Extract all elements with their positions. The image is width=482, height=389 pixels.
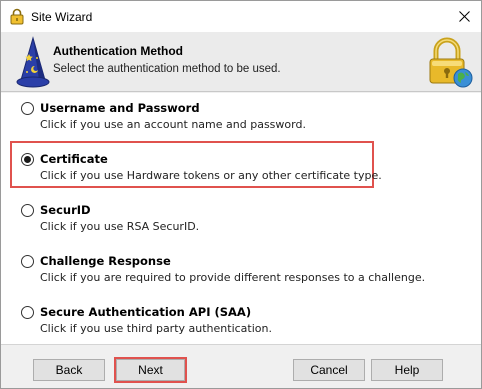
radio-challenge-response[interactable] xyxy=(21,255,34,268)
help-button[interactable]: Help xyxy=(371,359,443,381)
option-label: SecurID xyxy=(40,203,91,217)
option-label: Certificate xyxy=(40,152,108,166)
radio-username-password[interactable] xyxy=(21,102,34,115)
wizard-hat-icon xyxy=(16,36,50,88)
radio-securid[interactable] xyxy=(21,204,34,217)
option-label: Secure Authentication API (SAA) xyxy=(40,305,252,319)
option-description: Click if you use third party authenticat… xyxy=(40,322,272,335)
back-button[interactable]: Back xyxy=(33,359,105,381)
padlock-icon xyxy=(10,8,24,25)
option-label: Challenge Response xyxy=(40,254,171,268)
option-certificate[interactable]: Certificate Click if you use Hardware to… xyxy=(21,150,461,190)
option-description: Click if you use RSA SecurID. xyxy=(40,220,200,233)
option-securid[interactable]: SecurID Click if you use RSA SecurID. xyxy=(21,201,461,241)
site-wizard-window: Site Wizard Authentication Method Select… xyxy=(0,0,482,389)
title-bar: Site Wizard xyxy=(1,1,481,32)
lock-globe-icon xyxy=(429,37,473,88)
radio-certificate[interactable] xyxy=(21,153,34,166)
next-button-highlight[interactable]: Next xyxy=(114,357,187,383)
next-button[interactable]: Next xyxy=(116,359,185,381)
radio-saa[interactable] xyxy=(21,306,34,319)
option-description: Click if you are required to provide dif… xyxy=(40,271,426,284)
close-icon xyxy=(458,11,470,22)
options-panel: Username and Password Click if you use a… xyxy=(1,93,481,344)
option-label: Username and Password xyxy=(40,101,200,115)
wizard-header: Authentication Method Select the authent… xyxy=(1,32,481,92)
option-username-password[interactable]: Username and Password Click if you use a… xyxy=(21,99,461,139)
option-description: Click if you use Hardware tokens or any … xyxy=(40,169,382,182)
cancel-button[interactable]: Cancel xyxy=(293,359,365,381)
window-title: Site Wizard xyxy=(31,10,93,24)
option-saa[interactable]: Secure Authentication API (SAA) Click if… xyxy=(21,303,461,343)
page-subtitle: Select the authentication method to be u… xyxy=(53,63,281,75)
button-bar: Back Next Cancel Help xyxy=(1,344,481,388)
option-challenge-response[interactable]: Challenge Response Click if you are requ… xyxy=(21,252,461,292)
close-button[interactable] xyxy=(447,1,481,32)
option-description: Click if you use an account name and pas… xyxy=(40,118,306,131)
page-title: Authentication Method xyxy=(53,44,183,58)
